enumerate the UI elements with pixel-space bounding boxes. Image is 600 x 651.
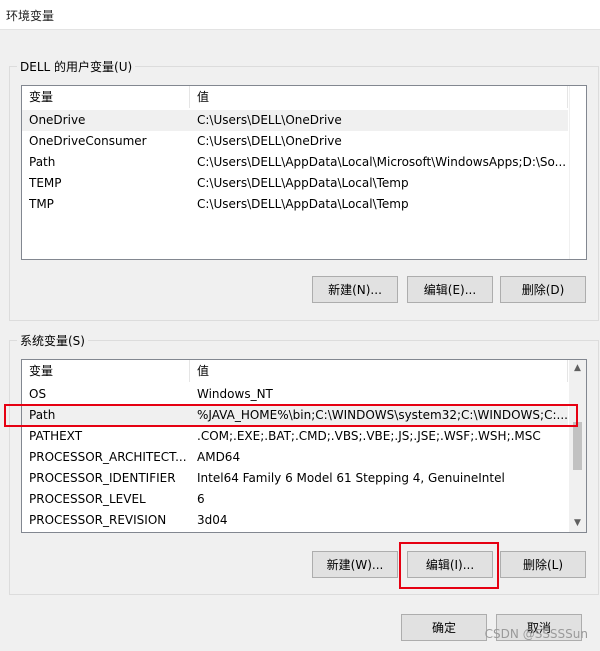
scroll-thumb[interactable] [573, 422, 582, 470]
variable-value: AMD64 [197, 450, 241, 464]
title-bar: 环境变量 [0, 0, 600, 30]
variable-name: OS [29, 387, 47, 401]
system-variables-header: 变量 值 [22, 360, 586, 382]
table-row[interactable]: TMP C:\Users\DELL\AppData\Local\Temp [22, 194, 568, 215]
system-delete-button[interactable]: 删除(L) [500, 551, 586, 578]
watermark: CSDN @SSSSSun [484, 627, 588, 641]
variable-name: PROCESSOR_LEVEL [29, 492, 146, 506]
column-header-variable[interactable]: 变量 [22, 86, 190, 108]
window-title: 环境变量 [6, 9, 55, 23]
column-header-variable[interactable]: 变量 [22, 360, 190, 382]
variable-name: PROCESSOR_REVISION [29, 513, 167, 527]
table-row[interactable]: PROCESSOR_IDENTIFIER Intel64 Family 6 Mo… [22, 468, 568, 489]
table-row[interactable]: OneDriveConsumer C:\Users\DELL\OneDrive [22, 131, 568, 152]
table-row[interactable]: PROCESSOR_ARCHITECT... AMD64 [22, 447, 568, 468]
scroll-down-icon[interactable]: ▼ [569, 515, 586, 532]
column-header-value[interactable]: 值 [190, 86, 568, 108]
variable-name: PATHEXT [29, 429, 83, 443]
variable-value: Windows_NT [197, 387, 273, 401]
variable-value: .COM;.EXE;.BAT;.CMD;.VBS;.VBE;.JS;.JSE;.… [197, 429, 541, 443]
user-delete-button[interactable]: 删除(D) [500, 276, 586, 303]
variable-value: 3d04 [197, 513, 228, 527]
variable-name: PROCESSOR_ARCHITECT... [29, 450, 187, 464]
variable-name: Path [29, 155, 56, 169]
table-row[interactable]: TEMP C:\Users\DELL\AppData\Local\Temp [22, 173, 568, 194]
user-variables-list[interactable]: 变量 值 OneDrive C:\Users\DELL\OneDrive One… [21, 85, 587, 260]
user-variables-header: 变量 值 [22, 86, 586, 108]
variable-name: Path [29, 408, 56, 422]
variable-name: OneDrive [29, 113, 86, 127]
variable-value: C:\Users\DELL\AppData\Local\Temp [197, 176, 409, 190]
scroll-up-icon[interactable]: ▲ [569, 360, 586, 377]
system-edit-button[interactable]: 编辑(I)... [407, 551, 493, 578]
variable-value: Intel64 Family 6 Model 61 Stepping 4, Ge… [197, 471, 505, 485]
variable-name: TMP [29, 197, 54, 211]
user-variables-scrollbar[interactable] [569, 86, 586, 259]
variable-name: OneDriveConsumer [29, 134, 147, 148]
ok-button[interactable]: 确定 [401, 614, 487, 641]
variable-value: C:\Users\DELL\AppData\Local\Microsoft\Wi… [197, 155, 567, 169]
user-variables-label: DELL 的用户变量(U) [17, 58, 136, 75]
variable-name: TEMP [29, 176, 62, 190]
table-row[interactable]: PROCESSOR_REVISION 3d04 [22, 510, 568, 531]
variable-value: C:\Users\DELL\OneDrive [197, 134, 342, 148]
variable-value: %JAVA_HOME%\bin;C:\WINDOWS\system32;C:\W… [197, 408, 567, 422]
system-variables-list[interactable]: 变量 值 OS Windows_NT Path %JAVA_HOME%\bin;… [21, 359, 587, 533]
table-row[interactable]: PATHEXT .COM;.EXE;.BAT;.CMD;.VBS;.VBE;.J… [22, 426, 568, 447]
table-row[interactable]: Path C:\Users\DELL\AppData\Local\Microso… [22, 152, 568, 173]
system-variables-label: 系统变量(S) [17, 332, 88, 349]
table-row[interactable]: OneDrive C:\Users\DELL\OneDrive [22, 110, 568, 131]
table-row[interactable]: PROCESSOR_LEVEL 6 [22, 489, 568, 510]
variable-value: C:\Users\DELL\AppData\Local\Temp [197, 197, 409, 211]
variable-value: 6 [197, 492, 205, 506]
system-variables-scrollbar[interactable]: ▲ ▼ [569, 360, 586, 532]
user-new-button[interactable]: 新建(N)... [312, 276, 398, 303]
user-edit-button[interactable]: 编辑(E)... [407, 276, 493, 303]
column-header-value[interactable]: 值 [190, 360, 568, 382]
system-new-button[interactable]: 新建(W)... [312, 551, 398, 578]
variable-value: C:\Users\DELL\OneDrive [197, 113, 342, 127]
variable-name: PROCESSOR_IDENTIFIER [29, 471, 176, 485]
table-row-path[interactable]: Path %JAVA_HOME%\bin;C:\WINDOWS\system32… [22, 405, 568, 426]
table-row[interactable]: OS Windows_NT [22, 384, 568, 405]
